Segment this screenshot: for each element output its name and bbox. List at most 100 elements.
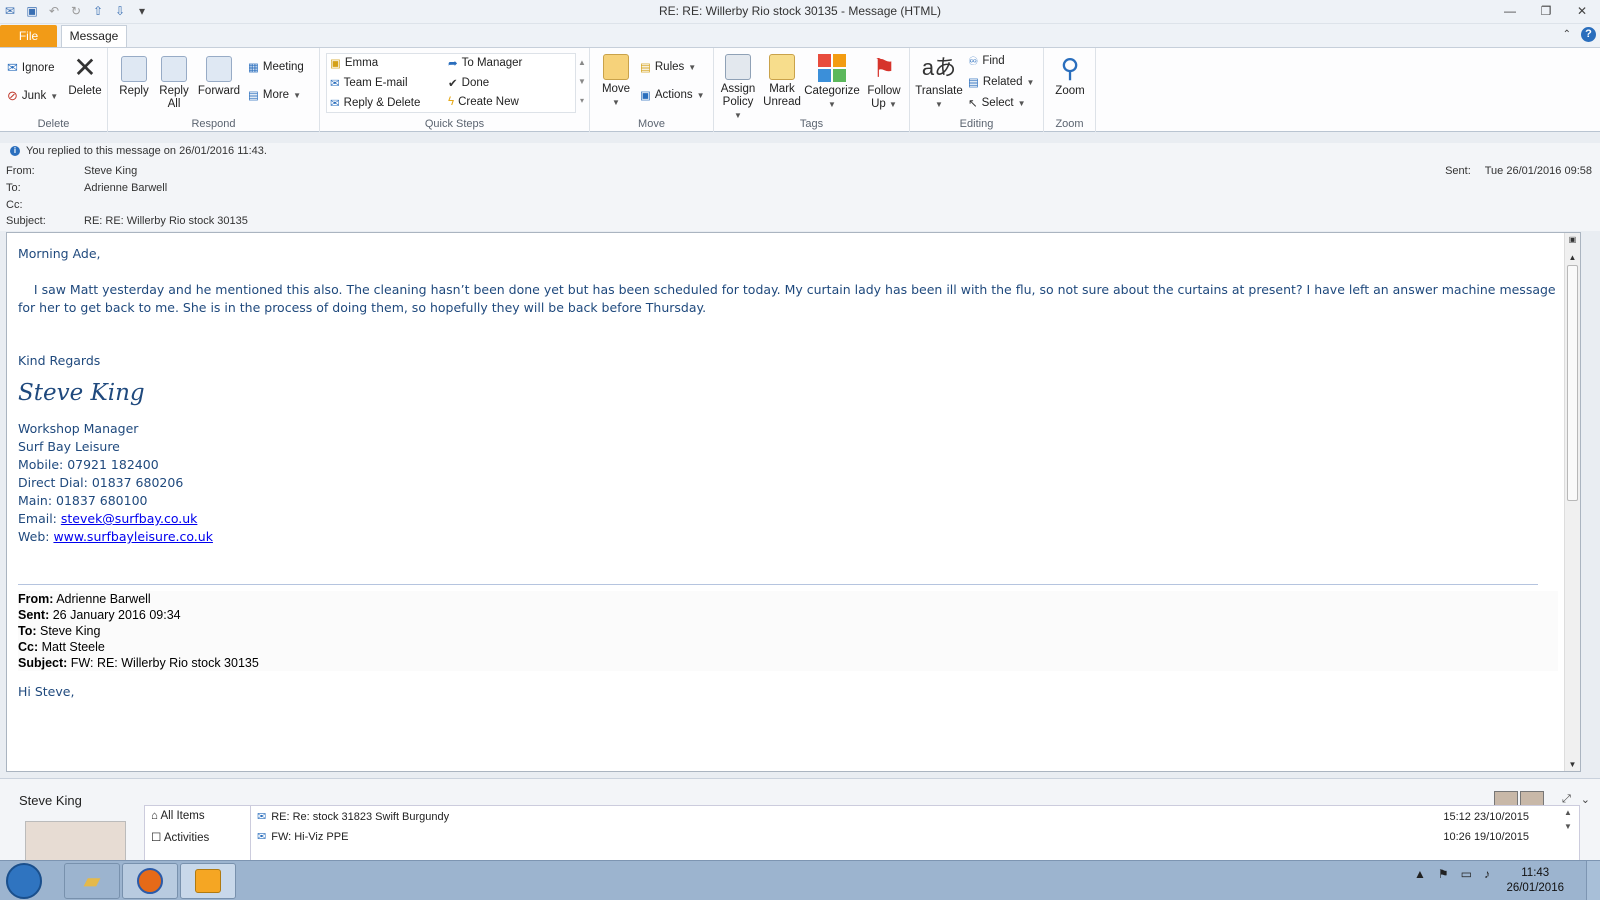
web-link[interactable]: www.surfbayleisure.co.uk (53, 529, 213, 544)
find-button[interactable]: ♾ Find (968, 54, 1005, 68)
zoom-button[interactable]: ⚲ Zoom (1050, 54, 1090, 98)
forward-button[interactable]: Forward (196, 56, 242, 98)
signature-main: Main: 01837 680100 (18, 493, 148, 508)
follow-up-button[interactable]: ⚑ Follow Up ▼ (864, 54, 904, 111)
vertical-scrollbar[interactable]: ▣ ▲ ▼ (1564, 233, 1580, 771)
junk-button[interactable]: ⊘ Junk ▼ (7, 88, 58, 104)
list-item[interactable]: ✉ RE: Re: stock 31823 Swift Burgundy (257, 810, 449, 824)
reply-button[interactable]: Reply (116, 56, 152, 98)
open-envelope-icon: ✉ (257, 811, 267, 823)
reply-all-button[interactable]: Reply All (156, 56, 192, 111)
close-button[interactable]: ✕ (1564, 0, 1600, 22)
quick-step-forward-icon: ➦ (448, 58, 458, 70)
scroll-down-icon[interactable]: ▼ (1567, 760, 1578, 769)
closing: Kind Regards (18, 353, 101, 368)
forward-icon (206, 56, 232, 82)
from-row: From: Steve King (6, 165, 138, 177)
people-pane-name[interactable]: Steve King (19, 793, 82, 808)
email-link[interactable]: stevek@surfbay.co.uk (61, 511, 198, 526)
body-paragraph: I saw Matt yesterday and he mentioned th… (18, 282, 1560, 315)
group-label-move: Move (638, 118, 665, 130)
categorize-button[interactable]: Categorize ▼ (804, 54, 860, 111)
chevron-down-icon[interactable]: ⌄ (1581, 793, 1590, 806)
ribbon: ✉ Ignore ⊘ Junk ▼ ✕ Delete Delete Reply … (0, 47, 1600, 132)
quick-step-team-email[interactable]: ✉ Team E-mail (330, 76, 408, 90)
start-button[interactable] (6, 863, 42, 899)
group-label-quick-steps: Quick Steps (424, 118, 485, 130)
signature-web-row: Web: www.surfbayleisure.co.uk (18, 529, 213, 544)
reply-delete-icon: ✉ (330, 98, 340, 110)
chevron-down-icon: ▼ (293, 90, 301, 100)
chevron-down-icon: ▼ (696, 90, 705, 100)
restore-button[interactable]: ❐ (1528, 0, 1564, 22)
move-button[interactable]: Move ▼ (598, 54, 634, 109)
explorer-taskbar-button[interactable]: ▰ (64, 863, 120, 899)
firefox-taskbar-button[interactable] (122, 863, 178, 899)
to-value[interactable]: Adrienne Barwell (84, 182, 167, 194)
quick-step-move-icon: ▣ (330, 58, 341, 70)
reply-icon (121, 56, 147, 82)
forwarded-header: From: Adrienne Barwell Sent: 26 January … (18, 591, 1558, 671)
action-center-flag-icon[interactable]: ⚑ (1438, 867, 1449, 881)
help-icon[interactable]: ? (1581, 27, 1596, 42)
ignore-button[interactable]: ✉ Ignore (7, 60, 55, 76)
group-label-editing: Editing (959, 118, 994, 130)
lightning-icon: ϟ (448, 96, 455, 108)
binoculars-icon: ♾ (968, 56, 979, 68)
minimize-button[interactable]: — (1492, 0, 1528, 22)
show-desktop-button[interactable] (1586, 861, 1600, 900)
network-icon[interactable]: ▭ (1461, 867, 1472, 881)
volume-icon[interactable]: ♪ (1484, 867, 1490, 881)
list-item[interactable]: ✉ FW: Hi-Viz PPE (257, 830, 348, 844)
actions-button[interactable]: ▣ Actions ▼ (640, 88, 705, 102)
translate-button[interactable]: aあ Translate ▼ (914, 54, 964, 111)
collapse-ribbon-icon[interactable]: ⌃ (1563, 29, 1571, 40)
group-label-respond: Respond (191, 118, 236, 130)
home-icon: ⌂ (151, 810, 158, 822)
rules-button[interactable]: ▤ Rules ▼ (640, 60, 696, 74)
quick-step-emma[interactable]: ▣ Emma (330, 56, 378, 70)
translate-icon: aあ (921, 55, 957, 80)
respond-group: Reply Reply All Forward ▦ Meeting ▤ More… (108, 48, 320, 132)
select-button[interactable]: ↖ Select ▼ (968, 96, 1026, 110)
signature-email-row: Email: stevek@surfbay.co.uk (18, 511, 198, 526)
taskbar-clock[interactable]: 11:43 26/01/2016 (1506, 866, 1564, 896)
show-hidden-icons-icon[interactable]: ▲ (1414, 867, 1426, 881)
filter-all-items[interactable]: ⌂ All Items (145, 806, 250, 826)
more-respond-icon: ▤ (248, 90, 259, 102)
signature-job-title: Workshop Manager (18, 421, 139, 436)
checkmark-icon: ✔ (448, 78, 458, 90)
system-tray: ▲ ⚑ ▭ ♪ (1414, 867, 1490, 881)
more-respond-button[interactable]: ▤ More ▼ (248, 88, 301, 102)
pane-options-icon[interactable]: ▣ (1567, 235, 1578, 244)
mark-unread-button[interactable]: Mark Unread (762, 54, 802, 109)
quick-step-reply-delete[interactable]: ✉ Reply & Delete (330, 96, 420, 110)
scroll-up-icon[interactable]: ▲ (1567, 253, 1578, 262)
tab-message[interactable]: Message (61, 25, 127, 48)
open-envelope-icon: ✉ (257, 831, 267, 843)
message-body[interactable]: Morning Ade, I saw Matt yesterday and he… (6, 232, 1581, 772)
scroll-thumb[interactable] (1567, 265, 1578, 501)
quick-step-to-manager[interactable]: ➦ To Manager (448, 56, 522, 70)
meeting-button[interactable]: ▦ Meeting (248, 60, 304, 74)
ribbon-tabs: File Message ⌃ ? (0, 24, 1600, 48)
tab-file[interactable]: File (0, 25, 57, 47)
delete-group: ✉ Ignore ⊘ Junk ▼ ✕ Delete Delete (0, 48, 108, 132)
chevron-down-icon: ▼ (50, 91, 59, 101)
assign-policy-button[interactable]: Assign Policy ▼ (718, 54, 758, 122)
related-button[interactable]: ▤ Related ▼ (968, 75, 1034, 89)
quick-step-create-new[interactable]: ϟ Create New (448, 96, 519, 108)
message-header: i You replied to this message on 26/01/2… (0, 143, 1600, 231)
quick-step-done[interactable]: ✔ Done (448, 76, 489, 90)
categorize-icon (818, 54, 846, 82)
outlook-taskbar-button[interactable] (180, 863, 236, 899)
quick-steps-scroll[interactable]: ▲ ▼ ▾ (576, 53, 588, 113)
taskbar: ▰ ▲ ⚑ ▭ ♪ 11:43 26/01/2016 (0, 860, 1600, 900)
from-value[interactable]: Steve King (84, 165, 137, 177)
people-pane-scrollbar[interactable]: ▲ ▼ (1561, 806, 1575, 834)
filter-activities[interactable]: ☐ Activities (145, 826, 250, 848)
signature-direct-dial: Direct Dial: 01837 680206 (18, 475, 184, 490)
actions-icon: ▣ (640, 90, 651, 102)
delete-button[interactable]: ✕ Delete (66, 54, 104, 98)
chevron-down-icon: ▼ (828, 100, 836, 109)
